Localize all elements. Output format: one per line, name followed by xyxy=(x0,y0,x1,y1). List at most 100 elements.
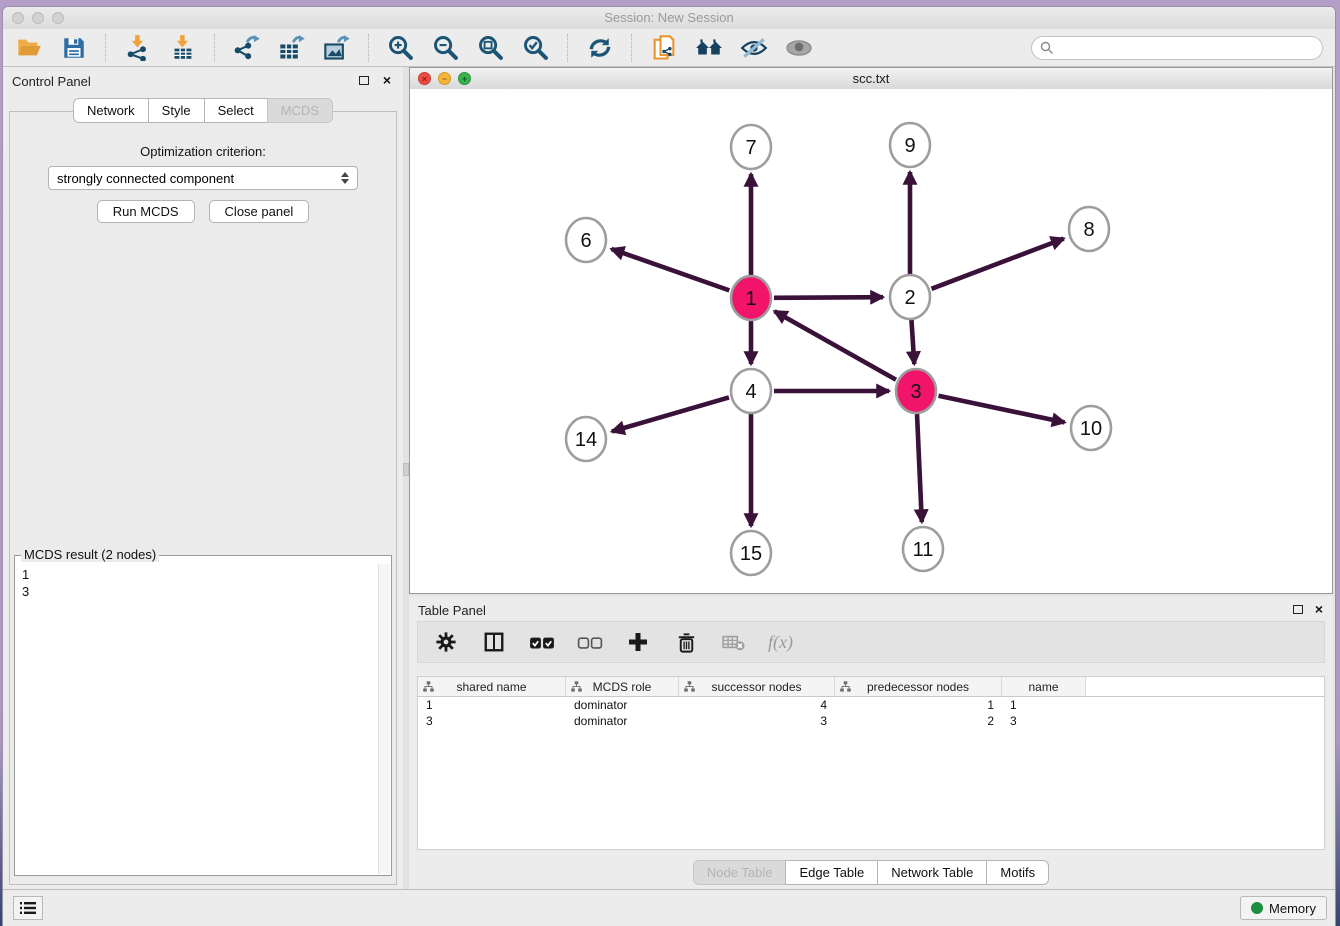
hierarchy-icon xyxy=(840,681,851,692)
copy-share-document-icon[interactable] xyxy=(650,34,678,62)
import-network-icon[interactable] xyxy=(124,34,152,62)
table-cell[interactable]: dominator xyxy=(566,697,679,713)
table-options-gear-icon[interactable] xyxy=(432,628,460,656)
column-label: name xyxy=(1028,680,1058,694)
search-input[interactable] xyxy=(1058,39,1314,56)
column-label: shared name xyxy=(456,680,526,694)
network-window-titlebar[interactable]: × − + scc.txt xyxy=(410,68,1332,90)
graph-edge-2-3[interactable] xyxy=(911,320,914,364)
table-cell[interactable]: 1 xyxy=(1002,697,1086,713)
list-icon xyxy=(19,900,37,916)
graph-edge-2-8[interactable] xyxy=(932,239,1064,289)
network-canvas[interactable]: 7968124314101511 xyxy=(410,89,1332,593)
mcds-result-line: 1 xyxy=(22,566,373,583)
select-all-icon[interactable] xyxy=(528,628,556,656)
float-table-panel-icon[interactable] xyxy=(1293,605,1303,614)
graph-node-label-2: 2 xyxy=(904,287,915,309)
graph-edge-3-1[interactable] xyxy=(775,311,896,379)
tab-style[interactable]: Style xyxy=(148,98,205,123)
table-tabs: Node Table Edge Table Network Table Moti… xyxy=(409,860,1333,885)
memory-button[interactable]: Memory xyxy=(1240,896,1327,920)
open-session-icon[interactable] xyxy=(15,34,43,62)
column-label: successor nodes xyxy=(711,680,801,694)
table-cell[interactable]: 1 xyxy=(835,697,1002,713)
main-toolbar xyxy=(3,29,1335,67)
table-cell[interactable]: 1 xyxy=(418,697,566,713)
close-table-panel-icon[interactable]: × xyxy=(1315,600,1323,618)
column-header-predecessor-nodes[interactable]: predecessor nodes xyxy=(835,677,1002,696)
zoom-selected-icon[interactable] xyxy=(522,34,550,62)
tab-network[interactable]: Network xyxy=(73,98,149,123)
graph-edge-1-2[interactable] xyxy=(774,297,883,298)
toolbar-separator xyxy=(214,34,216,62)
function-builder-icon[interactable]: f(x) xyxy=(768,632,793,653)
mcds-result-list[interactable]: 1 3 xyxy=(16,564,379,874)
export-image-icon[interactable] xyxy=(323,34,351,62)
table-cell[interactable]: dominator xyxy=(566,713,679,729)
graph-node-label-11: 11 xyxy=(913,539,934,561)
graph-node-label-1: 1 xyxy=(745,288,756,310)
toolbar-separator xyxy=(567,34,569,62)
tab-network-table[interactable]: Network Table xyxy=(877,860,987,885)
table-row-2[interactable]: 3dominator323 xyxy=(418,713,1324,729)
search-box[interactable] xyxy=(1031,36,1323,60)
control-panel-tabs: Network Style Select MCDS xyxy=(3,98,403,123)
mcds-result-line: 3 xyxy=(22,583,373,600)
app-title: Session: New Session xyxy=(3,10,1335,25)
zoom-in-icon[interactable] xyxy=(387,34,415,62)
hide-graphics-eye-icon[interactable] xyxy=(740,34,768,62)
show-graphics-eye-icon[interactable] xyxy=(785,34,813,62)
zoom-out-icon[interactable] xyxy=(432,34,460,62)
column-header-shared-name[interactable]: shared name xyxy=(418,677,566,696)
graph-edge-3-11[interactable] xyxy=(917,414,922,522)
zoom-fit-icon[interactable] xyxy=(477,34,505,62)
close-panel-button[interactable]: Close panel xyxy=(209,200,310,223)
table-cell[interactable]: 3 xyxy=(679,713,835,729)
delete-column-trash-icon[interactable] xyxy=(672,628,700,656)
graph-edge-1-6[interactable] xyxy=(611,249,729,290)
main-area: Control Panel × Network Style Select MCD… xyxy=(3,67,1335,891)
run-mcds-button[interactable]: Run MCDS xyxy=(97,200,195,223)
tab-edge-table[interactable]: Edge Table xyxy=(785,860,878,885)
column-header-MCDS-role[interactable]: MCDS role xyxy=(566,677,679,696)
split-table-icon[interactable] xyxy=(480,628,508,656)
add-column-icon[interactable] xyxy=(624,628,652,656)
table-cell[interactable]: 3 xyxy=(418,713,566,729)
tab-node-table[interactable]: Node Table xyxy=(693,860,787,885)
column-header-name[interactable]: name xyxy=(1002,677,1086,696)
graph-node-label-4: 4 xyxy=(745,381,756,403)
column-header-successor-nodes[interactable]: successor nodes xyxy=(679,677,835,696)
table-cell[interactable]: 3 xyxy=(1002,713,1086,729)
tab-mcds[interactable]: MCDS xyxy=(267,98,333,123)
home-reset-view-icon[interactable] xyxy=(695,34,723,62)
table-cell[interactable]: 4 xyxy=(679,697,835,713)
delete-table-icon[interactable] xyxy=(720,628,748,656)
graph-node-label-15: 15 xyxy=(740,543,762,565)
search-icon xyxy=(1040,41,1054,55)
refresh-icon[interactable] xyxy=(586,34,614,62)
graph-node-label-8: 8 xyxy=(1083,219,1094,241)
task-history-button[interactable] xyxy=(13,896,43,920)
node-table[interactable]: shared name MCDS role successor nodes prede… xyxy=(417,676,1325,850)
tab-motifs[interactable]: Motifs xyxy=(986,860,1049,885)
graph-edge-4-14[interactable] xyxy=(612,397,729,431)
table-row-1[interactable]: 1dominator411 xyxy=(418,697,1324,713)
result-scrollbar[interactable] xyxy=(378,564,390,874)
network-graph[interactable]: 7968124314101511 xyxy=(410,89,1334,593)
criterion-dropdown[interactable]: strongly connected component xyxy=(48,166,358,190)
import-table-icon[interactable] xyxy=(169,34,197,62)
export-network-icon[interactable] xyxy=(233,34,261,62)
tab-select[interactable]: Select xyxy=(204,98,268,123)
mcds-result-box: MCDS result (2 nodes) 1 3 xyxy=(14,555,392,876)
graph-edge-3-10[interactable] xyxy=(939,396,1065,423)
graph-node-label-14: 14 xyxy=(575,429,597,451)
save-session-icon[interactable] xyxy=(60,34,88,62)
table-panel-title: Table Panel xyxy=(418,603,486,618)
close-panel-icon[interactable]: × xyxy=(383,71,391,89)
table-toolbar: f(x) xyxy=(417,621,1325,663)
table-panel: Table Panel × xyxy=(409,596,1333,889)
export-table-icon[interactable] xyxy=(278,34,306,62)
float-panel-icon[interactable] xyxy=(359,76,369,85)
deselect-all-icon[interactable] xyxy=(576,628,604,656)
table-cell[interactable]: 2 xyxy=(835,713,1002,729)
